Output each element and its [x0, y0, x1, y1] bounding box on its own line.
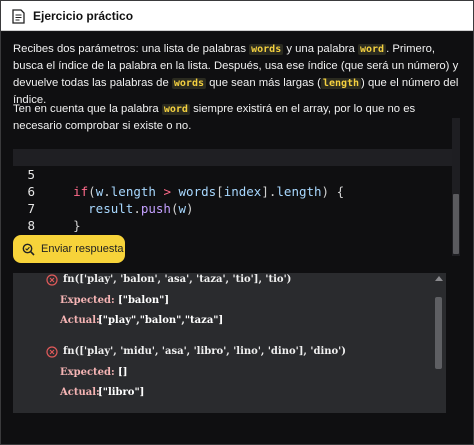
- exercise-window: Ejercicio práctico Recibes dos parámetro…: [0, 0, 474, 445]
- actual-label: Actual:: [60, 315, 100, 326]
- code-line[interactable]: 8 }): [13, 200, 453, 250]
- expected-label: Expected:: [60, 295, 115, 306]
- instructions-paragraph-2: Ten en cuenta que la palabra word siempr…: [13, 101, 463, 135]
- actual-value: ["play","balon","taza"]: [98, 315, 224, 326]
- code-words: words: [249, 44, 284, 55]
- text: Ten en cuenta que la palabra: [13, 103, 162, 115]
- test-call: fn(['play', 'balon', 'asa', 'taza', 'tio…: [63, 274, 292, 285]
- results-scrollbar-thumb[interactable]: [435, 297, 442, 369]
- expected-value: []: [118, 367, 128, 378]
- code-line[interactable]: 6 result.push(w): [13, 166, 453, 216]
- code-line[interactable]: 7 }: [13, 183, 453, 233]
- submit-answer-label: Enviar respuesta: [41, 243, 124, 255]
- code-length: length: [320, 78, 362, 89]
- scroll-up-arrow-icon[interactable]: [435, 276, 443, 281]
- code-word: word: [161, 104, 190, 115]
- test-call: fn(['play', 'midu', 'asa', 'libro', 'lin…: [63, 346, 346, 357]
- text: y una palabra: [283, 43, 358, 55]
- submit-answer-button[interactable]: Enviar respuesta: [13, 235, 125, 263]
- error-icon: [46, 274, 58, 286]
- code-word: word: [357, 44, 387, 55]
- document-icon: [12, 9, 25, 24]
- actual-label: Actual:: [60, 387, 100, 398]
- instructions-paragraph-1: Recibes dos parámetros: una lista de pal…: [13, 41, 463, 109]
- search-check-icon: [22, 243, 35, 256]
- code-words: words: [171, 78, 206, 89]
- test-results-panel[interactable]: fn(['play', 'balon', 'asa', 'taza', 'tio…: [13, 273, 446, 413]
- text: que sean más largas (: [206, 77, 321, 89]
- expected-label: Expected:: [60, 367, 115, 378]
- text: Recibes dos parámetros: una lista de pal…: [13, 43, 250, 55]
- editor-scrollbar-thumb[interactable]: [453, 194, 459, 254]
- expected-value: ["balon"]: [118, 295, 170, 306]
- code-line[interactable]: 5 if(w.length > words[index].length) {: [13, 149, 453, 199]
- actual-value: ["libro"]: [98, 387, 145, 398]
- code-line[interactable]: 9 return result: [13, 217, 453, 253]
- error-icon: [46, 346, 58, 358]
- title-bar[interactable]: Ejercicio práctico: [1, 1, 473, 31]
- window-title: Ejercicio práctico: [33, 9, 134, 23]
